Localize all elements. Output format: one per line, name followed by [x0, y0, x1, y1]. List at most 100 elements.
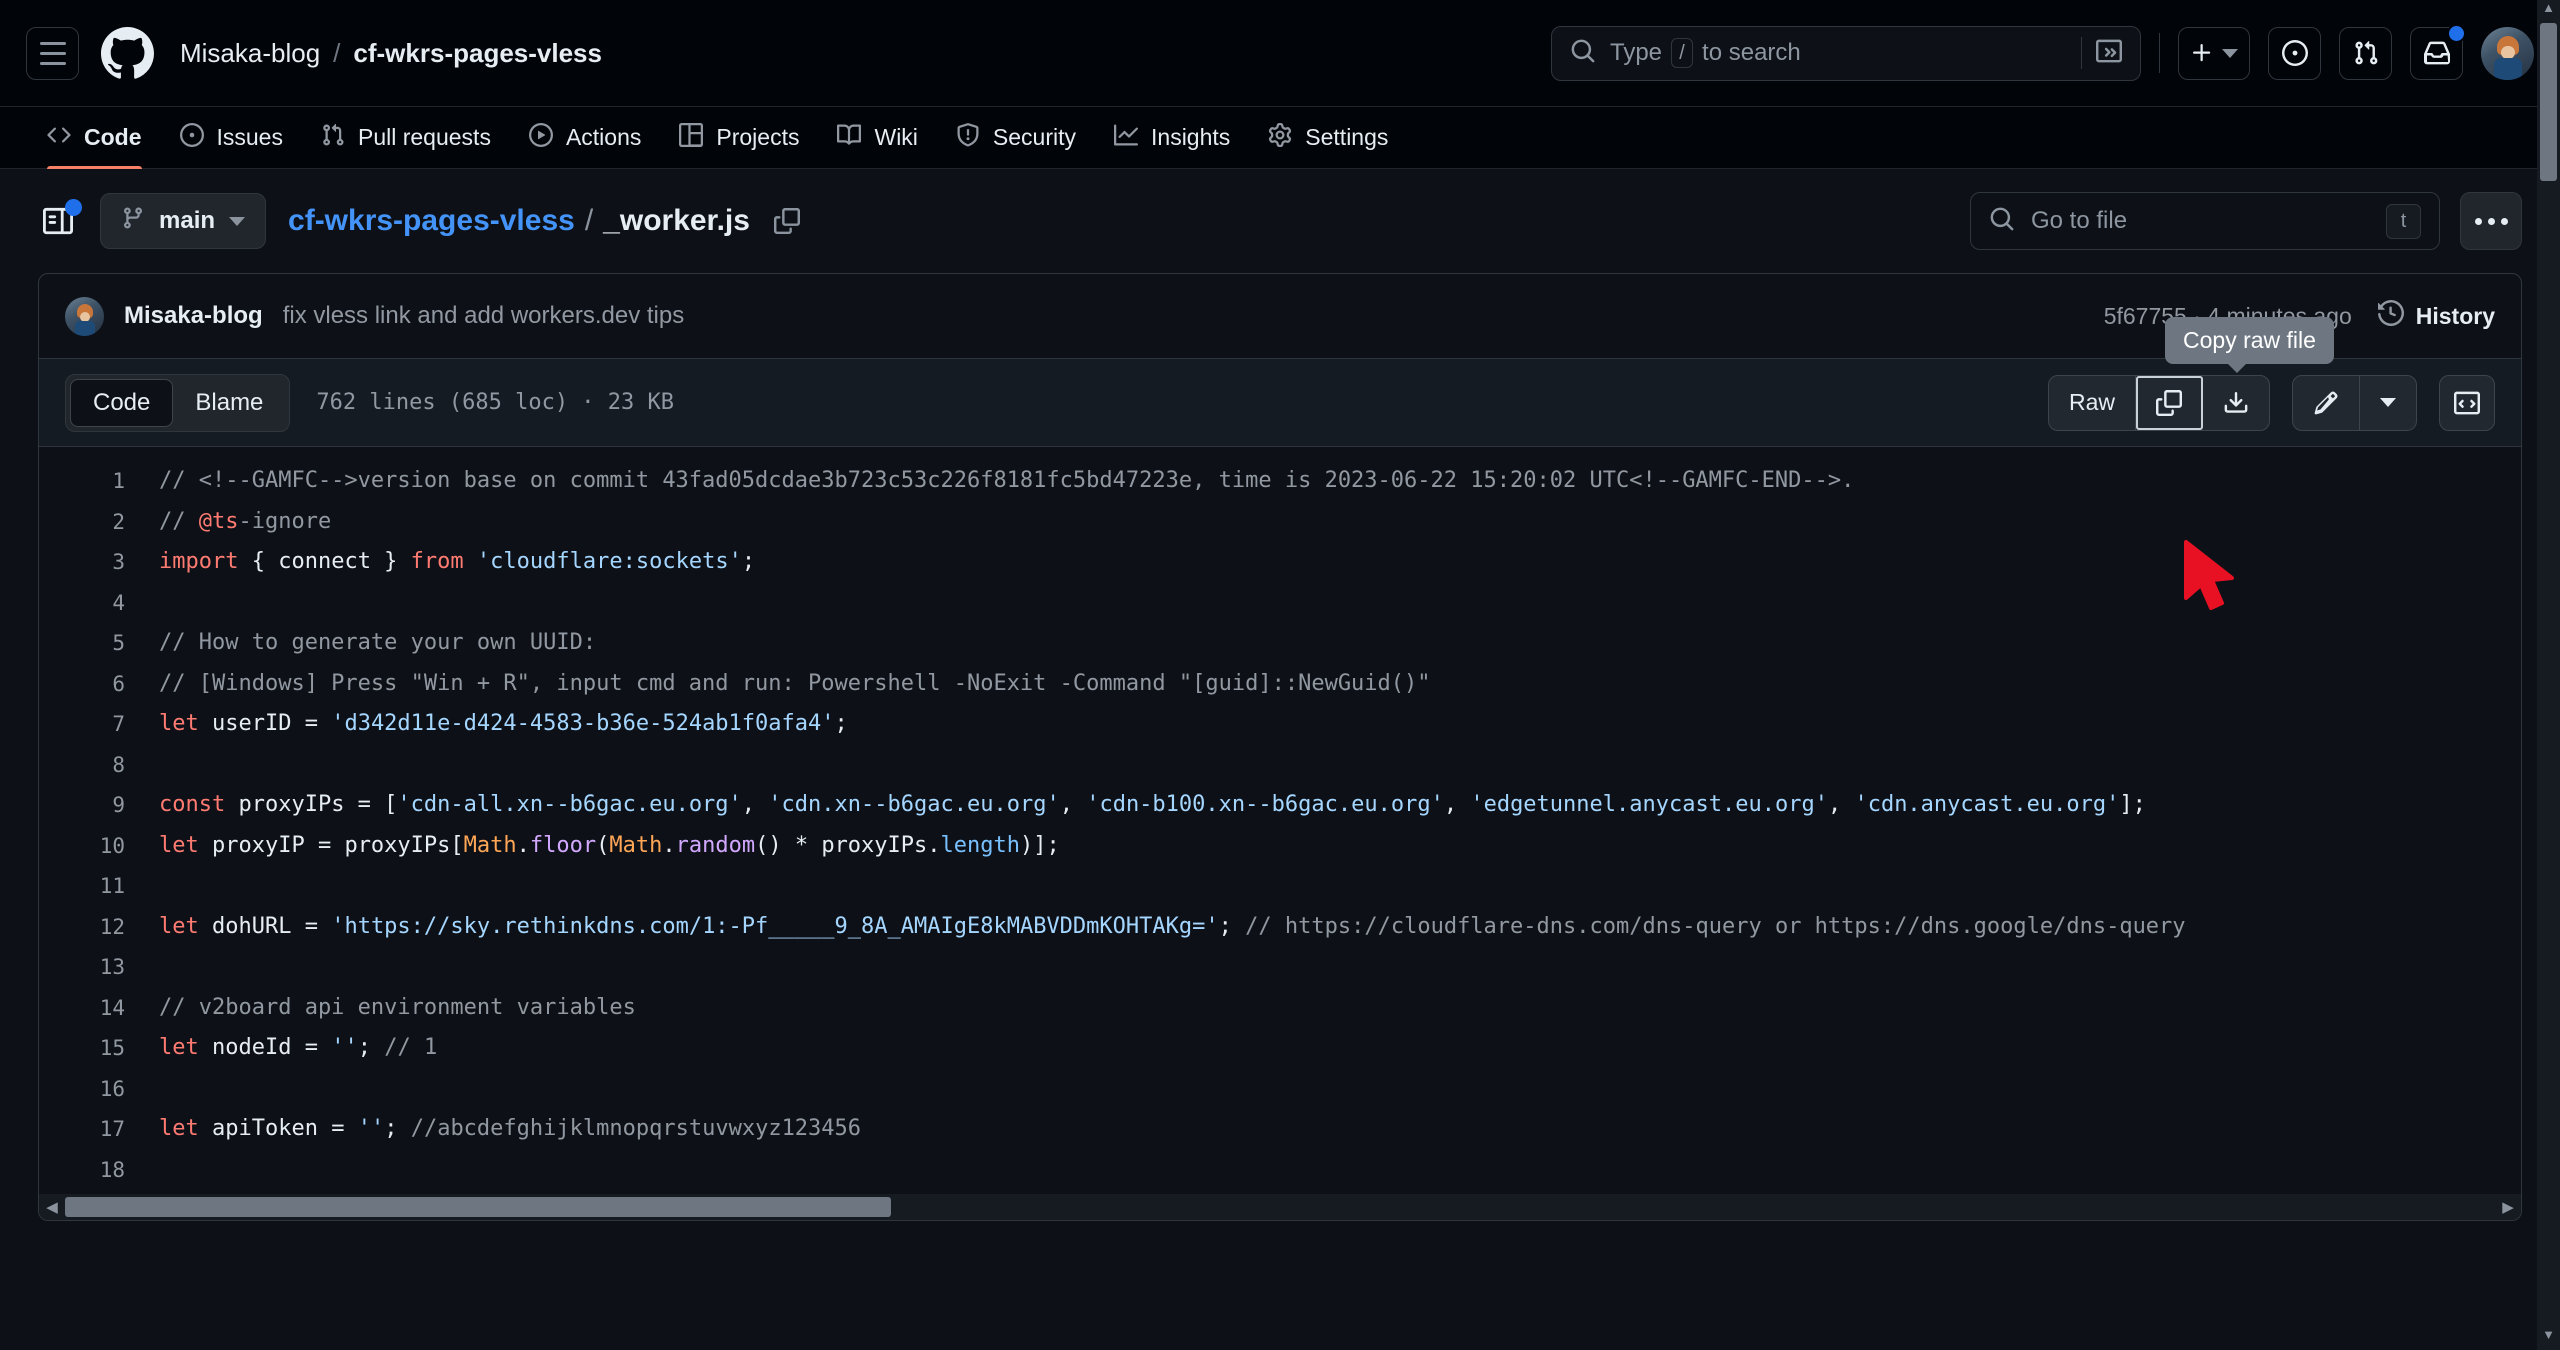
edit-options-chevron-down-icon[interactable]	[2360, 376, 2416, 430]
code-line-content[interactable]: // v2board api environment variables	[159, 988, 636, 1029]
copy-icon[interactable]	[773, 208, 800, 234]
raw-copy-download-group: Raw	[2047, 374, 2270, 431]
code-line: 16	[39, 1069, 2521, 1110]
code-line-content[interactable]: let userID = 'd342d11e-d424-4583-b36e-52…	[159, 704, 848, 745]
create-new-button[interactable]	[2178, 26, 2250, 80]
line-number[interactable]: 11	[39, 866, 159, 907]
horizontal-scroll-thumb[interactable]	[65, 1197, 892, 1217]
horizontal-scroll-track[interactable]	[65, 1194, 2495, 1220]
line-number[interactable]: 14	[39, 988, 159, 1029]
path-repo-link[interactable]: cf-wkrs-pages-vless	[288, 204, 575, 238]
tab-code-view[interactable]: Code	[70, 378, 174, 427]
line-number[interactable]: 15	[39, 1028, 159, 1069]
commit-author-avatar[interactable]	[65, 296, 104, 336]
code-line-content[interactable]: import { connect } from 'cloudflare:sock…	[159, 542, 755, 583]
code-viewer[interactable]: 1// <!--GAMFC-->version base on commit 4…	[38, 447, 2522, 1221]
code-line-content[interactable]: let apiToken = ''; //abcdefghijklmnopqrs…	[159, 1109, 861, 1150]
line-number[interactable]: 9	[39, 785, 159, 826]
line-number[interactable]: 8	[39, 745, 159, 786]
line-number[interactable]: 7	[39, 704, 159, 745]
edit-button-group	[2292, 374, 2417, 431]
line-number[interactable]: 10	[39, 826, 159, 867]
code-line-content[interactable]: // <!--GAMFC-->version base on commit 43…	[159, 461, 1854, 502]
line-number[interactable]: 16	[39, 1069, 159, 1110]
avatar[interactable]	[2481, 26, 2534, 80]
tab-actions[interactable]: Actions	[512, 107, 658, 168]
commit-author-name[interactable]: Misaka-blog	[124, 302, 263, 330]
terminal-icon[interactable]	[2096, 38, 2122, 69]
raw-button[interactable]: Raw	[2049, 375, 2136, 430]
scroll-right-arrow[interactable]: ▶	[2495, 1198, 2521, 1216]
search-input[interactable]: Type / to search	[1551, 25, 2141, 81]
main-content: main cf-wkrs-pages-vless / _worker.js Go…	[0, 169, 2560, 1221]
commit-message[interactable]: fix vless link and add workers.dev tips	[283, 302, 685, 330]
file-header-row: main cf-wkrs-pages-vless / _worker.js Go…	[38, 169, 2522, 273]
repo-nav-tabs: Code Issues Pull requests Actions Projec…	[0, 107, 2560, 169]
tab-insights[interactable]: Insights	[1097, 107, 1247, 168]
code-token: 'cdn.anycast.eu.org'	[1854, 792, 2120, 817]
gear-icon	[1268, 122, 1292, 153]
page-scroll-thumb[interactable]	[2540, 23, 2557, 181]
code-token: apiToken =	[198, 1116, 358, 1141]
line-number[interactable]: 18	[39, 1150, 159, 1191]
branch-selector[interactable]: main	[100, 193, 267, 249]
github-logo[interactable]	[101, 26, 154, 80]
tab-code[interactable]: Code	[30, 107, 159, 169]
code-line-content[interactable]: // [Windows] Press "Win + R", input cmd …	[159, 664, 1431, 705]
line-number[interactable]: 1	[39, 461, 159, 502]
more-options-button[interactable]	[2460, 192, 2522, 250]
code-token: ''	[331, 1035, 358, 1060]
line-number[interactable]: 2	[39, 502, 159, 543]
pull-requests-icon[interactable]	[2339, 26, 2392, 80]
pencil-edit-icon[interactable]	[2293, 375, 2360, 430]
code-brackets-icon[interactable]	[2439, 374, 2495, 431]
code-line: 6// [Windows] Press "Win + R", input cmd…	[39, 664, 2521, 705]
path-file-name: _worker.js	[603, 204, 750, 237]
inbox-icon[interactable]	[2410, 23, 2466, 80]
tab-projects[interactable]: Projects	[662, 107, 816, 168]
tab-issues[interactable]: Issues	[163, 107, 300, 168]
code-token: (	[596, 832, 610, 858]
line-number[interactable]: 12	[39, 907, 159, 948]
tab-settings[interactable]: Settings	[1251, 107, 1405, 168]
code-token: -ignore	[238, 508, 332, 534]
copy-raw-file-icon[interactable]	[2136, 375, 2203, 430]
code-token: ];	[2119, 792, 2146, 817]
code-line-content[interactable]: // How to generate your own UUID:	[159, 623, 596, 664]
sidebar-indicator-dot	[65, 199, 82, 216]
line-number[interactable]: 6	[39, 664, 159, 705]
history-link[interactable]: History	[2377, 299, 2495, 332]
code-line-content[interactable]: let proxyIP = proxyIPs[Math.floor(Math.r…	[159, 826, 1060, 867]
tab-security[interactable]: Security	[939, 107, 1093, 168]
code-line: 14// v2board api environment variables	[39, 988, 2521, 1029]
code-line-content[interactable]: const proxyIPs = ['cdn-all.xn--b6gac.eu.…	[159, 785, 2146, 826]
hamburger-icon[interactable]	[26, 26, 79, 80]
horizontal-scrollbar[interactable]: ◀ ▶	[39, 1194, 2521, 1220]
code-token: 'edgetunnel.anycast.eu.org'	[1470, 792, 1828, 817]
issues-icon[interactable]	[2268, 26, 2321, 80]
code-token: ,	[1443, 792, 1471, 817]
code-line-content[interactable]: let dohURL = 'https://sky.rethinkdns.com…	[159, 907, 2186, 948]
code-token: ;	[1218, 913, 1246, 939]
line-number[interactable]: 13	[39, 947, 159, 988]
go-to-file-input[interactable]: Go to file t	[1970, 192, 2440, 250]
breadcrumb-repo[interactable]: cf-wkrs-pages-vless	[353, 38, 602, 69]
page-scroll-up-arrow[interactable]: ▲	[2537, 0, 2560, 23]
code-line: 11	[39, 866, 2521, 907]
scroll-left-arrow[interactable]: ◀	[39, 1198, 65, 1216]
page-scroll-down-arrow[interactable]: ▼	[2537, 1327, 2560, 1350]
code-token: userID =	[198, 711, 332, 736]
tab-blame-view[interactable]: Blame	[173, 379, 285, 427]
code-line-content[interactable]: let nodeId = ''; // 1	[159, 1028, 437, 1069]
breadcrumb-owner[interactable]: Misaka-blog	[180, 38, 320, 69]
line-number[interactable]: 17	[39, 1109, 159, 1150]
line-number[interactable]: 5	[39, 623, 159, 664]
tab-pull-requests[interactable]: Pull requests	[304, 107, 508, 168]
tab-wiki[interactable]: Wiki	[820, 107, 934, 168]
line-number[interactable]: 4	[39, 583, 159, 624]
side-panel-icon[interactable]	[38, 199, 82, 241]
code-line-content[interactable]: // @ts-ignore	[159, 502, 331, 543]
line-number[interactable]: 3	[39, 542, 159, 583]
page-scrollbar[interactable]: ▲ ▼	[2537, 0, 2560, 1350]
download-icon[interactable]	[2203, 376, 2269, 430]
